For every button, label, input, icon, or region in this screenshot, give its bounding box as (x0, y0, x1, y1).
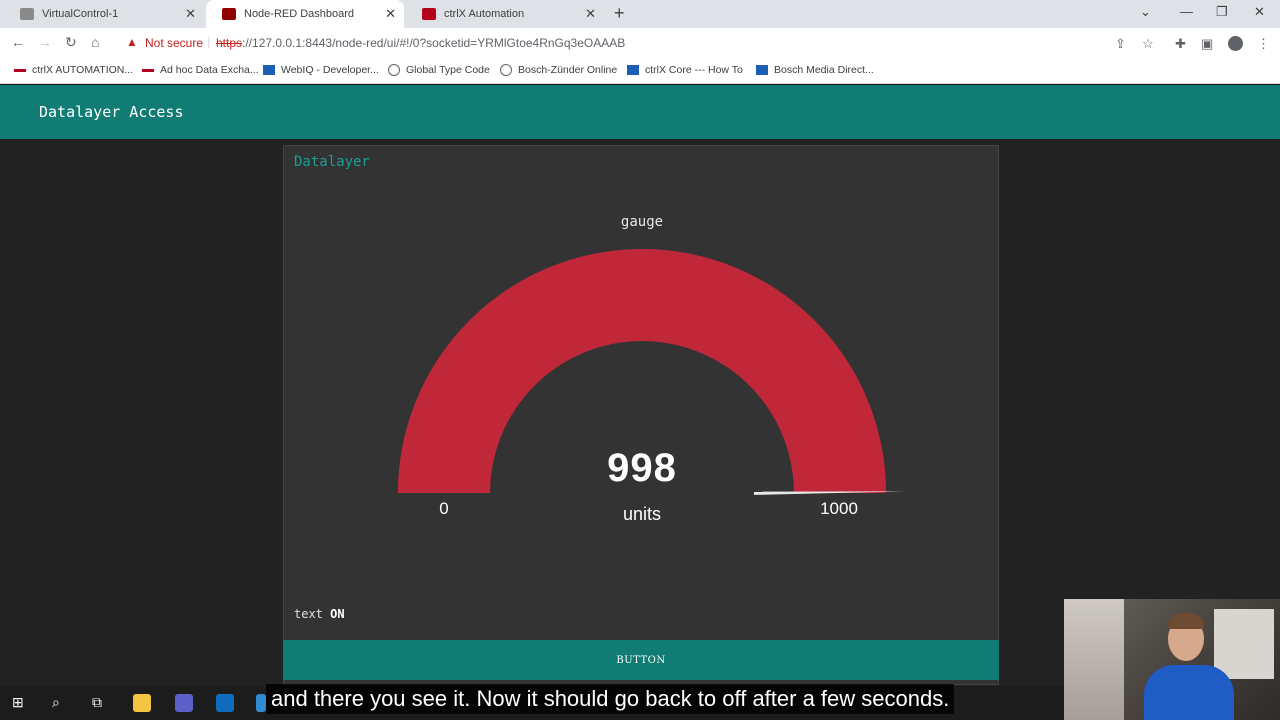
text-label: text (294, 607, 323, 621)
tab-node-red-dashboard[interactable]: Node-RED Dashboard ✕ (206, 0, 404, 28)
dashboard-header: Datalayer Access (0, 85, 1280, 139)
presenter-hair (1168, 613, 1204, 629)
tab-title: VirtualControl-1 (42, 8, 119, 20)
search-icon[interactable]: ⌕ (52, 694, 60, 711)
bookmark-favicon-icon (627, 65, 639, 75)
url-text[interactable]: https://127.0.0.1:8443/node-red/ui/#!/0?… (216, 36, 625, 50)
bookmark-favicon-icon (263, 65, 275, 75)
globe-icon (388, 64, 400, 76)
home-icon[interactable]: ⌂ (91, 34, 99, 50)
webcam-background-window (1214, 609, 1274, 679)
outlook-icon[interactable] (216, 694, 234, 712)
tab-search-chevron-icon[interactable]: ⌄ (1140, 4, 1151, 20)
close-window-icon[interactable]: ✕ (1254, 4, 1265, 20)
bookmark-label: Bosch Media Direct... (774, 64, 874, 76)
task-view-icon[interactable]: ⧉ (92, 694, 102, 711)
share-icon[interactable]: ⇪ (1115, 36, 1126, 52)
tab-title: ctrlX Automation (444, 8, 525, 20)
page-title: Datalayer Access (39, 103, 184, 121)
profile-avatar[interactable] (1228, 36, 1243, 51)
browser-toolbar: ← → ↻ ⌂ ▲ Not secure | https://127.0.0.1… (0, 28, 1280, 58)
dashboard-button[interactable]: BUTTON (283, 640, 999, 680)
bookmark-label: Ad hoc Data Excha... (160, 64, 259, 76)
tab-title: Node-RED Dashboard (244, 8, 355, 20)
warning-triangle-icon: ▲ (126, 35, 138, 49)
bookmark-item[interactable]: Global Type Code (388, 64, 490, 76)
file-explorer-icon[interactable] (133, 694, 151, 712)
gauge-max-label: 1000 (820, 499, 858, 518)
bookmark-label: Global Type Code (406, 64, 490, 76)
bookmark-item[interactable]: ctrlX Core --- How To (627, 64, 743, 76)
bookmark-label: WebIQ - Developer... (281, 64, 379, 76)
tab-ctrlx-automation[interactable]: ctrlX Automation ✕ (406, 0, 604, 28)
url-scheme: https (216, 36, 243, 50)
node-red-favicon-icon (222, 8, 236, 20)
text-value: ON (330, 607, 345, 621)
url-rest: ://127.0.0.1:8443/node-red/ui/#!/0?socke… (242, 36, 626, 50)
bookmark-star-icon[interactable]: ☆ (1142, 36, 1154, 52)
gauge-widget (398, 249, 906, 495)
new-tab-plus-icon[interactable]: + (614, 3, 625, 24)
teams-icon[interactable] (175, 694, 193, 712)
tab-virtualcontrol[interactable]: VirtualControl-1 ✕ (4, 0, 204, 28)
video-subtitle: and there you see it. Now it should go b… (266, 684, 955, 714)
ctrlx-favicon-icon (422, 8, 436, 20)
bookmark-item[interactable]: WebIQ - Developer... (263, 64, 379, 76)
bookmark-label: ctrlX Core --- How To (645, 64, 743, 76)
bookmarks-bar: ctrlX AUTOMATION... Ad hoc Data Excha...… (0, 58, 1280, 84)
webcam-background-light (1064, 599, 1124, 720)
close-icon[interactable]: ✕ (585, 6, 596, 22)
security-label[interactable]: Not secure (145, 36, 203, 50)
close-icon[interactable]: ✕ (385, 6, 396, 22)
bookmark-favicon-icon (756, 65, 768, 75)
windows-start-icon[interactable]: ⊞ (12, 694, 24, 711)
gauge-min-label: 0 (439, 499, 449, 518)
omnibox-divider: | (207, 34, 211, 49)
text-status-widget: text ON (294, 607, 345, 621)
globe-icon (500, 64, 512, 76)
close-icon[interactable]: ✕ (185, 6, 196, 22)
restore-icon[interactable]: ❐ (1216, 4, 1228, 20)
gauge-units: units (622, 504, 662, 524)
datalayer-group-card: Datalayer gauge 998 units 0 1000 text ON (283, 145, 999, 685)
bookmark-item[interactable]: Ad hoc Data Excha... (142, 64, 259, 76)
minimize-icon[interactable]: — (1180, 4, 1193, 19)
bookmark-item[interactable]: Bosch-Zünder Online (500, 64, 617, 76)
bookmark-favicon-icon (142, 68, 154, 72)
bookmark-label: Bosch-Zünder Online (518, 64, 618, 76)
bookmark-item[interactable]: Bosch Media Direct... (756, 64, 874, 76)
presenter-body (1144, 665, 1234, 720)
reload-icon[interactable]: ↻ (65, 34, 77, 51)
side-panel-icon[interactable]: ▣ (1201, 36, 1213, 52)
address-bar[interactable]: ▲ Not secure | https://127.0.0.1:8443/no… (118, 31, 1268, 55)
extensions-puzzle-icon[interactable]: ✚ (1175, 36, 1186, 52)
webcam-overlay (1064, 599, 1280, 720)
bookmark-item[interactable]: ctrlX AUTOMATION... (14, 64, 133, 76)
browser-tab-bar: VirtualControl-1 ✕ Node-RED Dashboard ✕ … (0, 0, 1280, 28)
gauge-value: 998 (607, 446, 677, 490)
bookmark-favicon-icon (14, 68, 26, 72)
menu-kebab-icon[interactable]: ⋮ (1257, 36, 1270, 52)
virtualcontrol-favicon-icon (20, 8, 34, 20)
vscode-icon[interactable] (256, 694, 266, 712)
forward-arrow-icon[interactable]: → (38, 34, 52, 50)
back-arrow-icon[interactable]: ← (11, 34, 25, 50)
bookmark-label: ctrlX AUTOMATION... (32, 64, 134, 76)
